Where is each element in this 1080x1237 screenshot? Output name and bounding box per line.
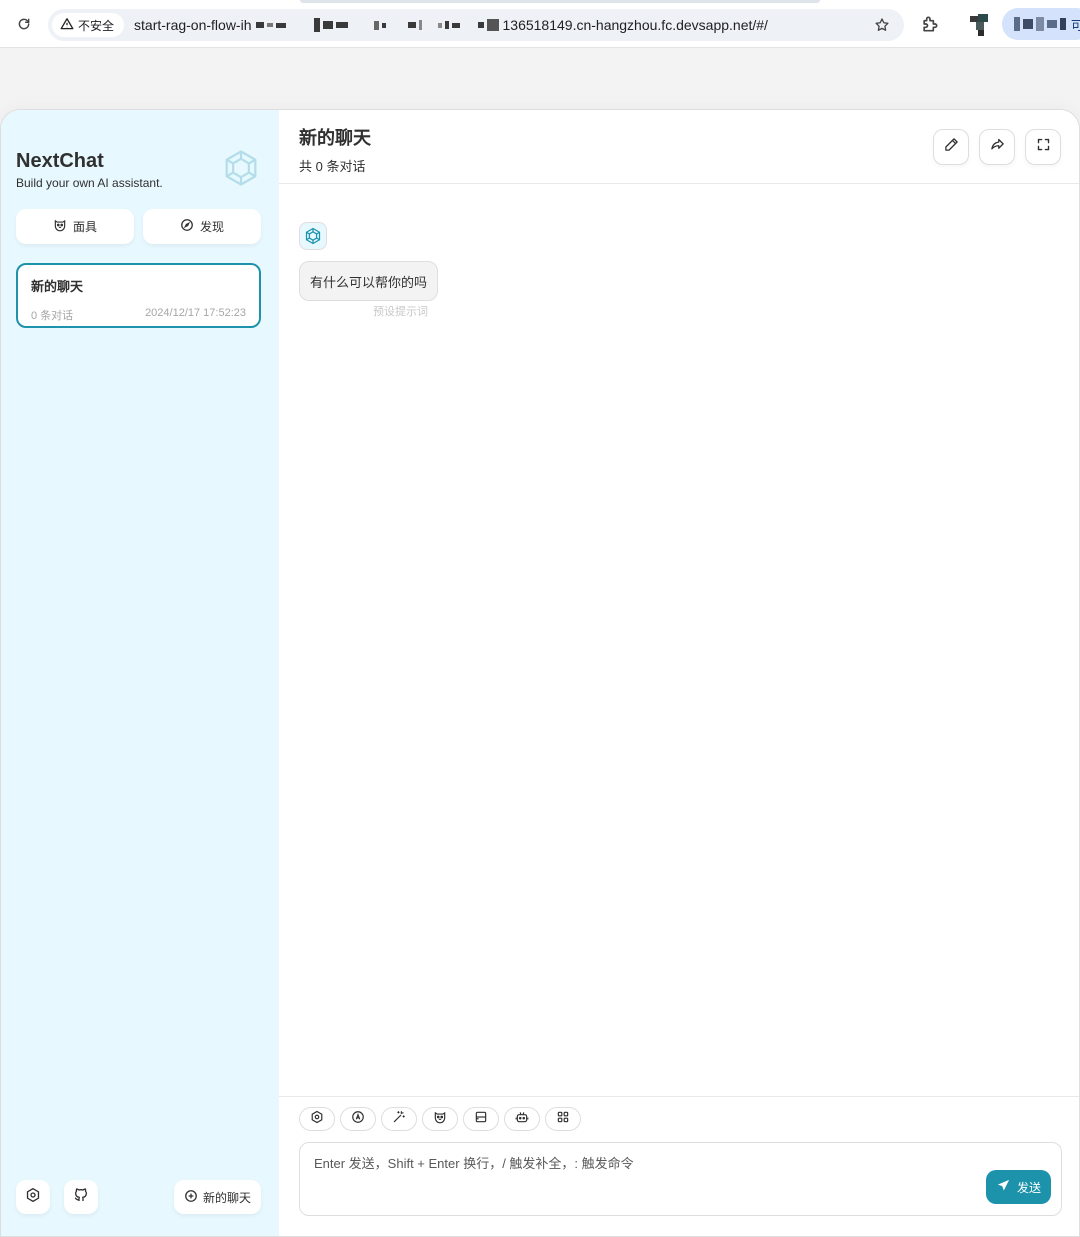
mask-tool-button[interactable] [422, 1107, 458, 1131]
robot-icon [515, 1110, 529, 1129]
rename-button[interactable] [933, 129, 969, 165]
send-button[interactable]: 发送 [985, 1170, 1051, 1204]
bot-avatar [299, 222, 327, 250]
sidebar: NextChat Build your own AI assistant. 面具 [1, 110, 279, 1236]
app-title: NextChat [16, 150, 104, 172]
mask-icon [53, 218, 67, 235]
sidebar-actions: 面具 发现 [16, 209, 261, 244]
mask-button[interactable]: 面具 [16, 209, 134, 244]
bot-message: 有什么可以帮你的吗 [299, 261, 439, 301]
url-suffix: 136518149.cn-hangzhou.fc.devsapp.net/#/ [502, 17, 768, 33]
send-icon [996, 1178, 1011, 1196]
share-button[interactable] [979, 129, 1015, 165]
gear-icon [310, 1110, 324, 1129]
chat-item-meta: 0 条对话 2024/12/17 17:52:23 [31, 307, 246, 323]
address-bar[interactable]: 不安全 start-rag-on-flow-ih 136518149.cn-ha… [48, 9, 904, 41]
chat-input-placeholder: Enter 发送，Shift + Enter 换行，/ 触发补全，: 触发命令 [314, 1156, 634, 1171]
chat-settings-button[interactable] [299, 1107, 335, 1131]
input-panel: Enter 发送，Shift + Enter 换行，/ 触发补全，: 触发命令 … [279, 1096, 1079, 1236]
input-toolbar [299, 1107, 581, 1131]
profile-label: 可 [1071, 17, 1080, 33]
grid-icon [556, 1110, 570, 1129]
extensions-icon[interactable] [920, 14, 940, 34]
openai-logo-icon [305, 227, 321, 245]
prompt-button[interactable] [381, 1107, 417, 1131]
star-icon[interactable] [872, 15, 892, 35]
warning-icon [60, 17, 74, 34]
github-icon [73, 1187, 89, 1208]
magic-wand-icon [392, 1110, 406, 1129]
message-hint: 预设提示词 [373, 306, 428, 318]
url-redacted [255, 18, 499, 32]
app-subtitle: Build your own AI assistant. [16, 176, 163, 190]
fullscreen-button[interactable] [1025, 129, 1061, 165]
mask-label: 面具 [72, 220, 97, 234]
chat-item-time: 2024/12/17 17:52:23 [145, 307, 246, 319]
send-label: 发送 [1016, 1180, 1041, 1195]
chat-main: 新的聊天 共 0 条对话 有什么可以帮你的吗 预设提示词 Enter 发送，Sh… [279, 110, 1079, 1236]
share-icon [990, 137, 1005, 157]
extension-avatar-icon[interactable] [970, 14, 992, 36]
gear-icon [25, 1187, 41, 1208]
browser-toolbar: 不安全 start-rag-on-flow-ih 136518149.cn-ha… [0, 0, 1080, 48]
compass-icon [180, 218, 194, 235]
new-chat-label: 新的聊天 [202, 1190, 251, 1205]
sidebar-footer: 新的聊天 [16, 1180, 261, 1214]
new-chat-button[interactable]: 新的聊天 [173, 1180, 261, 1214]
reload-icon[interactable] [14, 14, 34, 34]
tab-strip [300, 0, 820, 3]
theme-button[interactable] [340, 1107, 376, 1131]
url-text[interactable]: start-rag-on-flow-ih 136518149.cn-hangzh… [134, 17, 854, 33]
auto-theme-icon [351, 1110, 365, 1129]
clear-context-button[interactable] [463, 1107, 499, 1131]
break-icon [474, 1110, 488, 1129]
openai-logo-icon [219, 146, 263, 190]
discover-button[interactable]: 发现 [143, 209, 261, 244]
mask-icon [433, 1110, 447, 1129]
chat-item-count: 0 条对话 [31, 310, 74, 322]
chat-input[interactable]: Enter 发送，Shift + Enter 换行，/ 触发补全，: 触发命令 … [299, 1142, 1062, 1216]
security-label: 不安全 [78, 18, 115, 33]
discover-label: 发现 [199, 220, 224, 234]
profile-chip[interactable]: 可 [1002, 8, 1080, 40]
model-button[interactable] [504, 1107, 540, 1131]
add-circle-icon [184, 1189, 198, 1206]
chat-list-item[interactable]: 新的聊天 0 条对话 2024/12/17 17:52:23 [16, 263, 261, 328]
pencil-icon [944, 137, 959, 157]
chat-header: 新的聊天 共 0 条对话 [279, 110, 1079, 184]
chat-item-title: 新的聊天 [31, 279, 84, 294]
github-button[interactable] [64, 1180, 98, 1214]
settings-button[interactable] [16, 1180, 50, 1214]
plugins-button[interactable] [545, 1107, 581, 1131]
url-prefix: start-rag-on-flow-ih [134, 17, 252, 33]
expand-icon [1036, 137, 1051, 157]
security-chip[interactable]: 不安全 [52, 13, 125, 37]
header-actions [933, 129, 1061, 165]
app-window: NextChat Build your own AI assistant. 面具 [0, 109, 1080, 1237]
